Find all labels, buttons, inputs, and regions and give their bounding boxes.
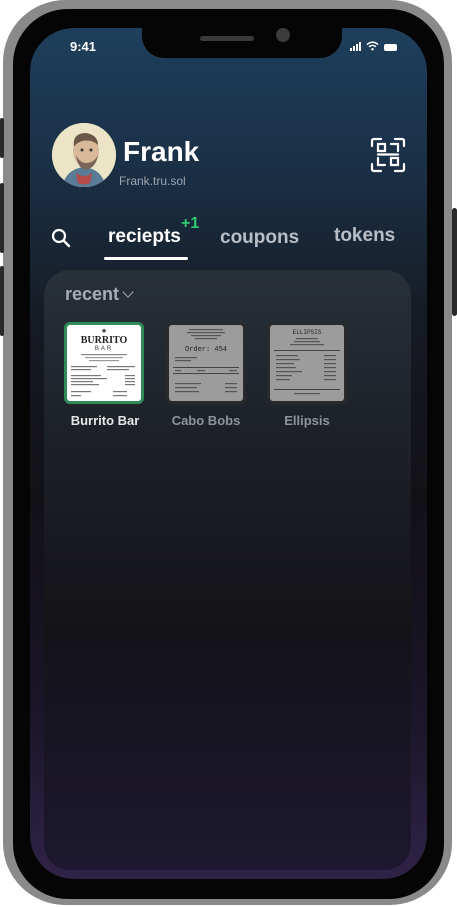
signal-icon [350,42,361,51]
wifi-icon [366,41,379,51]
receipt-image: Order: 454 [173,329,239,393]
tab-tokens[interactable]: tokens [334,225,395,247]
status-time: 9:41 [70,39,97,54]
tab-coupons[interactable]: coupons [220,227,299,249]
avatar[interactable] [52,123,116,187]
avatar-portrait-icon [52,123,116,187]
qr-code-icon[interactable] [369,136,407,174]
volume-up-button [0,183,4,253]
notch [142,28,342,58]
power-button [452,208,457,316]
volume-down-button [0,266,4,336]
mute-switch [0,118,4,158]
receipt-subheader: BAR [95,346,113,352]
receipt-image: ★ BURRITO BAR [71,327,135,397]
profile-handle: Frank.tru.sol [119,174,186,188]
receipt-header: Order: 454 [185,346,227,354]
active-tab-indicator [104,257,188,260]
speaker-grille [200,36,254,41]
section-title-label: recent [65,284,120,304]
receipt-thumbnail-ellipsis[interactable]: ELLIPSIS [267,322,347,404]
front-camera-icon [276,28,290,42]
chevron-down-icon [122,286,134,298]
receipt-header: BURRITO [81,335,128,346]
receipt-thumbnail-cabo-bobs[interactable]: Order: 454 [166,322,246,404]
receipt-label: Ellipsis [284,413,330,428]
receipt-header: ELLIPSIS [293,329,322,336]
app-screen: 9:41 Frank Frank.tru.sol reciepts +1 cou… [30,28,427,879]
receipts-panel: recent ★ BURRITO BAR Burrito Bar Order: … [44,270,411,870]
receipt-label: Burrito Bar [70,413,140,428]
status-icons [350,41,397,51]
receipt-image: ELLIPSIS [274,329,340,395]
tab-reciepts[interactable]: reciepts [108,226,181,248]
search-icon[interactable] [51,228,71,248]
section-title[interactable]: recent [65,284,134,305]
battery-icon [384,44,397,51]
profile-name: Frank [123,136,200,167]
new-items-badge: +1 [181,215,200,232]
receipt-label: Cabo Bobs [171,413,241,428]
svg-text:★: ★ [101,327,107,335]
receipt-thumbnail-burrito-bar[interactable]: ★ BURRITO BAR [64,322,144,404]
